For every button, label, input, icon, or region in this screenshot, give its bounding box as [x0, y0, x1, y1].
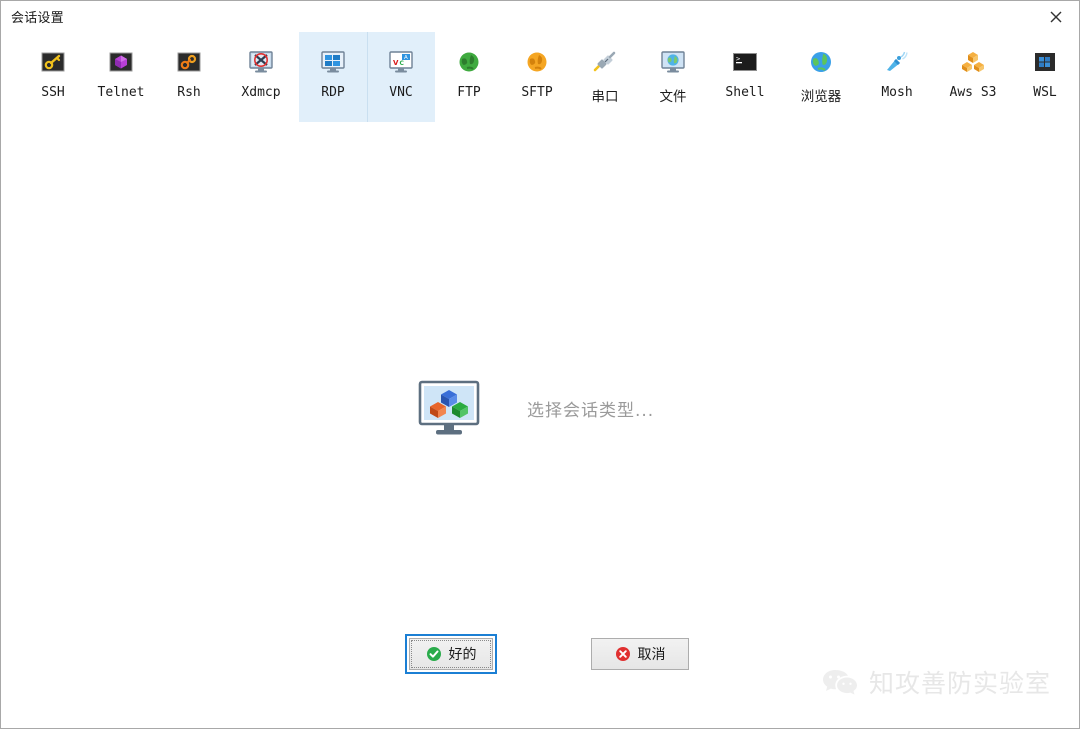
browser-globe-icon: [807, 48, 835, 76]
placeholder-text: 选择会话类型...: [527, 400, 655, 421]
svg-text:C: C: [400, 60, 405, 67]
tool-item-telnet[interactable]: Telnet: [87, 32, 155, 122]
tool-label: WSL: [1033, 85, 1057, 100]
rdp-windows-icon: [319, 48, 347, 76]
tool-label: 浏览器: [800, 89, 842, 105]
tool-label: Telnet: [97, 85, 145, 100]
watermark-text: 知攻善防实验室: [868, 669, 1051, 698]
close-icon: [1049, 10, 1063, 24]
shell-terminal-icon: >: [731, 48, 759, 76]
tool-label: RDP: [321, 85, 345, 100]
tool-label: Aws S3: [949, 85, 997, 100]
content-area: 选择会话类型...: [1, 122, 1079, 628]
xdmcp-monitor-icon: [247, 48, 275, 76]
tool-label: Xdmcp: [241, 85, 281, 100]
wsl-windows-icon: [1031, 48, 1059, 76]
tool-item-rdp[interactable]: RDP: [299, 32, 367, 122]
red-x-icon: [615, 646, 631, 662]
rsh-key-icon: [175, 48, 203, 76]
svg-text:>: >: [736, 55, 740, 63]
tool-item-rsh[interactable]: Rsh: [155, 32, 223, 122]
cancel-button-label: 取消: [637, 647, 666, 663]
ftp-globe-green-icon: [455, 48, 483, 76]
cancel-button[interactable]: 取消: [591, 638, 689, 670]
svg-text:A: A: [404, 55, 408, 61]
green-check-icon: [426, 646, 442, 662]
ok-button-label: 好的: [448, 647, 477, 663]
session-settings-dialog: 会话设置 SSH Telnet Rsh Xdmcp RDP A V C VNC …: [0, 0, 1080, 729]
tool-item-wsl[interactable]: WSL: [1011, 32, 1079, 122]
tool-item-vnc[interactable]: A V C VNC: [367, 32, 435, 122]
tool-label: Shell: [725, 85, 765, 100]
file-monitor-icon: [659, 48, 687, 76]
aws-s3-cubes-icon: [959, 48, 987, 76]
tool-label: 文件: [659, 89, 687, 105]
session-type-placeholder: 选择会话类型...: [418, 380, 654, 436]
tool-item-mosh[interactable]: Mosh: [859, 32, 935, 122]
tool-item-ftp[interactable]: FTP: [435, 32, 503, 122]
wechat-icon: [820, 666, 860, 698]
tool-item-browser[interactable]: 浏览器: [783, 32, 859, 122]
tool-item-sftp[interactable]: SFTP: [503, 32, 571, 122]
tool-item-xdmcp[interactable]: Xdmcp: [223, 32, 299, 122]
window-title: 会话设置: [11, 11, 64, 26]
sftp-globe-orange-icon: [523, 48, 551, 76]
tool-label: FTP: [457, 85, 481, 100]
serial-plug-icon: [591, 48, 619, 76]
watermark: 知攻善防实验室: [820, 664, 1051, 700]
tool-item-aws-s3[interactable]: Aws S3: [935, 32, 1011, 122]
monitor-cubes-icon: [418, 380, 480, 436]
ok-button[interactable]: 好的: [405, 634, 497, 674]
telnet-gem-icon: [107, 48, 135, 76]
tool-label: Mosh: [881, 85, 913, 100]
tool-item-serial[interactable]: 串口: [571, 32, 639, 122]
tool-item-ssh[interactable]: SSH: [19, 32, 87, 122]
svg-text:V: V: [393, 59, 399, 67]
vnc-monitor-icon: A V C: [387, 48, 415, 76]
tool-label: VNC: [389, 85, 413, 100]
tool-item-shell[interactable]: > Shell: [707, 32, 783, 122]
tool-label: SSH: [41, 85, 65, 100]
mosh-satellite-icon: [883, 48, 911, 76]
tool-label: 串口: [591, 89, 619, 105]
title-bar: 会话设置: [1, 1, 1079, 32]
tool-item-file[interactable]: 文件: [639, 32, 707, 122]
tool-label: SFTP: [521, 85, 553, 100]
session-type-toolbar: SSH Telnet Rsh Xdmcp RDP A V C VNC FTP S…: [1, 32, 1079, 122]
close-button[interactable]: [1033, 2, 1079, 32]
ssh-key-icon: [39, 48, 67, 76]
tool-label: Rsh: [177, 85, 201, 100]
